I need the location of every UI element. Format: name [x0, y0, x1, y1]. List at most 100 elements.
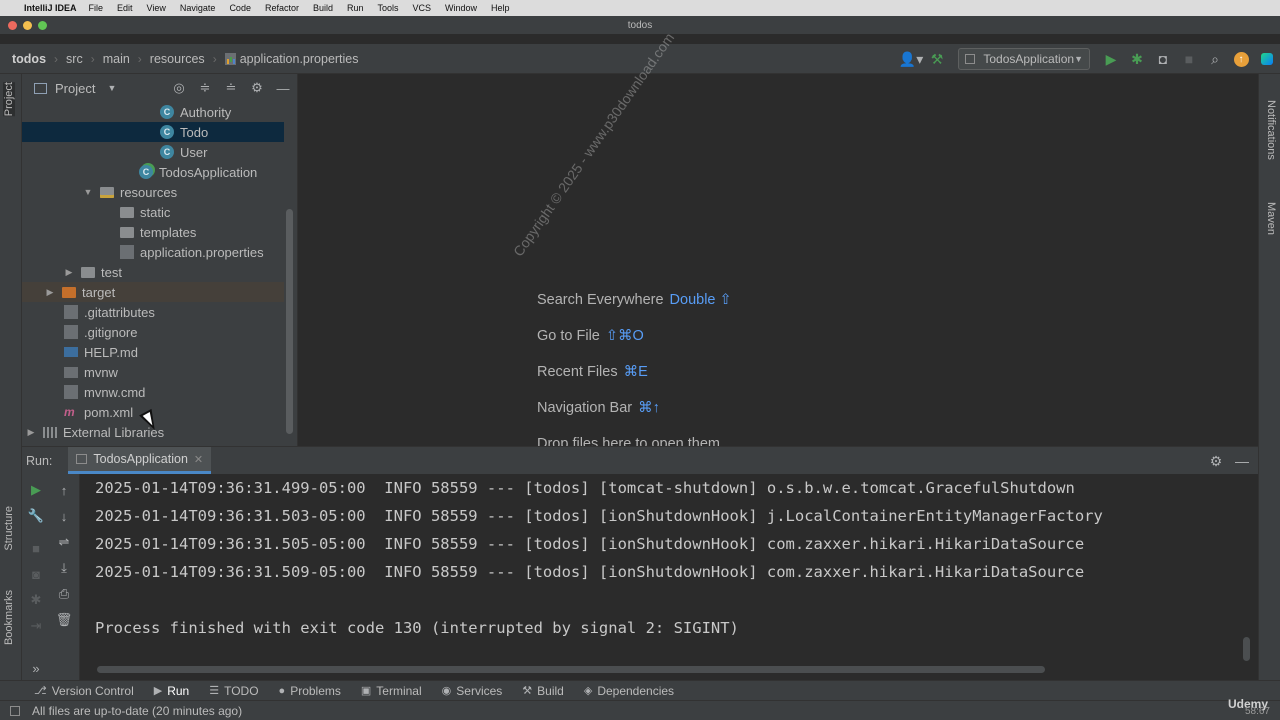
menu-run[interactable]: Run — [347, 3, 364, 13]
breadcrumb-src[interactable]: src — [66, 52, 83, 66]
hide-icon[interactable]: — — [1232, 451, 1252, 471]
debug-icon[interactable]: ✱ — [26, 590, 46, 610]
stop-icon[interactable]: ■ — [26, 538, 46, 558]
tree-item-help-md[interactable]: HELP.md — [22, 342, 284, 362]
maven-tool-tab[interactable]: Maven — [1265, 202, 1277, 235]
bookmarks-tool-tab[interactable]: Bookmarks — [3, 590, 15, 645]
app-menu[interactable]: IntelliJ IDEA — [24, 3, 77, 13]
debug-icon[interactable]: ✱ — [1124, 46, 1150, 72]
tree-item-resources[interactable]: ▼ resources — [22, 182, 284, 202]
breadcrumb: todos › src › main › resources › applica… — [0, 52, 359, 66]
locate-icon[interactable]: ◎ — [169, 78, 189, 98]
breadcrumb-main[interactable]: main — [103, 52, 130, 66]
hint-label: Search Everywhere — [537, 292, 664, 308]
tool-window-todo[interactable]: ☰ TODO — [209, 684, 258, 698]
project-scrollbar[interactable] — [286, 209, 293, 434]
camera-icon[interactable]: ◙ — [26, 564, 46, 584]
hide-icon[interactable]: — — [273, 78, 293, 98]
hint-shortcut: ⌘E — [623, 364, 648, 380]
menu-edit[interactable]: Edit — [117, 3, 133, 13]
breadcrumb-resources[interactable]: resources — [150, 52, 205, 66]
project-tool-tab[interactable]: Project — [3, 82, 15, 117]
jetbrains-logo-icon[interactable] — [1254, 46, 1280, 72]
tree-item-todosapplication[interactable]: C TodosApplication — [22, 162, 284, 182]
close-icon[interactable]: ✕ — [194, 453, 203, 466]
notifications-tool-tab[interactable]: Notifications — [1265, 100, 1277, 160]
gear-icon[interactable]: ⚙ — [1206, 451, 1226, 471]
soft-wrap-icon[interactable]: ⇌ — [54, 532, 74, 552]
search-icon[interactable]: ⌕ — [1202, 46, 1228, 72]
user-account-icon[interactable]: 👤▾ — [898, 46, 924, 72]
scroll-to-end-icon[interactable]: ⤓ — [54, 558, 74, 578]
tree-item-target[interactable]: ▶ target — [22, 282, 284, 302]
menu-navigate[interactable]: Navigate — [180, 3, 216, 13]
rerun-icon[interactable]: ▶ — [26, 480, 46, 500]
tool-window-terminal[interactable]: ▣ Terminal — [361, 684, 422, 698]
chevron-right-icon[interactable]: ▶ — [25, 427, 37, 438]
more-icon[interactable]: » — [26, 658, 46, 678]
tree-item-mvnw-cmd[interactable]: mvnw.cmd — [22, 382, 284, 402]
chevron-down-icon[interactable]: ▼ — [107, 83, 116, 93]
run-icon[interactable]: ▶ — [1098, 46, 1124, 72]
console-vertical-scrollbar[interactable] — [1243, 637, 1250, 661]
close-window-button[interactable] — [8, 21, 17, 30]
structure-tool-tab[interactable]: Structure — [3, 506, 15, 551]
menu-code[interactable]: Code — [229, 3, 251, 13]
zoom-window-button[interactable] — [38, 21, 47, 30]
build-hammer-icon[interactable]: ⚒ — [924, 46, 950, 72]
chevron-down-icon[interactable]: ▼ — [82, 187, 94, 197]
menu-window[interactable]: Window — [445, 3, 477, 13]
arrow-up-icon[interactable]: ↑ — [54, 480, 74, 500]
tree-item-authority[interactable]: C Authority — [22, 102, 284, 122]
chevron-right-icon: › — [90, 51, 95, 66]
tool-window-problems[interactable]: ● Problems — [279, 684, 341, 698]
update-icon[interactable]: ↑ — [1228, 46, 1254, 72]
project-panel-title[interactable]: Project — [55, 81, 95, 96]
editor-empty-area[interactable]: Search Everywhere Double ⇧ Go to File ⇧⌘… — [298, 74, 1258, 452]
console-output[interactable]: 2025-01-14T09:36:31.499-05:00 INFO 58559… — [95, 474, 1250, 654]
arrow-down-icon[interactable]: ↓ — [54, 506, 74, 526]
stop-icon[interactable]: ■ — [1176, 46, 1202, 72]
tree-item-application-properties[interactable]: application.properties — [22, 242, 284, 262]
tree-item-mvnw[interactable]: mvnw — [22, 362, 284, 382]
chevron-right-icon[interactable]: ▶ — [44, 287, 56, 298]
breadcrumb-file[interactable]: application.properties — [224, 52, 359, 66]
menu-build[interactable]: Build — [313, 3, 333, 13]
tree-item-user[interactable]: C User — [22, 142, 284, 162]
caret-position[interactable]: 58:67 — [1245, 706, 1270, 717]
collapse-all-icon[interactable]: ≐ — [221, 78, 241, 98]
menu-vcs[interactable]: VCS — [413, 3, 432, 13]
run-config-icon — [76, 454, 88, 464]
wrench-icon[interactable]: 🔧 — [26, 506, 46, 526]
expand-all-icon[interactable]: ≑ — [195, 78, 215, 98]
tool-window-version-control[interactable]: ⎇ Version Control — [34, 684, 134, 698]
project-icon — [34, 82, 47, 94]
tree-item-gitignore[interactable]: .gitignore — [22, 322, 284, 342]
tool-window-services[interactable]: ◉ Services — [442, 684, 503, 698]
print-icon[interactable]: ⎙ — [54, 584, 74, 604]
chevron-right-icon[interactable]: ▶ — [63, 267, 75, 278]
menu-view[interactable]: View — [147, 3, 166, 13]
tree-item-test[interactable]: ▶ test — [22, 262, 284, 282]
tool-window-build[interactable]: ⚒ Build — [522, 684, 564, 698]
trash-icon[interactable]: 🗑 — [54, 610, 74, 630]
breadcrumb-project[interactable]: todos — [12, 52, 46, 66]
gear-icon[interactable]: ⚙ — [247, 78, 267, 98]
menu-file[interactable]: File — [89, 3, 104, 13]
tree-item-gitattributes[interactable]: .gitattributes — [22, 302, 284, 322]
console-horizontal-scrollbar[interactable] — [97, 666, 1045, 673]
menu-refactor[interactable]: Refactor — [265, 3, 299, 13]
tree-item-todo[interactable]: C Todo — [22, 122, 284, 142]
minimize-window-button[interactable] — [23, 21, 32, 30]
status-toggle-icon[interactable] — [10, 706, 20, 716]
tree-item-templates[interactable]: templates — [22, 222, 284, 242]
coverage-icon[interactable]: ◘ — [1150, 46, 1176, 72]
exit-icon[interactable]: ⇥ — [26, 616, 46, 636]
menu-tools[interactable]: Tools — [378, 3, 399, 13]
run-tab-todosapplication[interactable]: TodosApplication ✕ — [68, 447, 212, 474]
menu-help[interactable]: Help — [491, 3, 510, 13]
tool-window-run[interactable]: ▶ Run — [154, 684, 189, 698]
tool-window-dependencies[interactable]: ◈ Dependencies — [584, 684, 674, 698]
tree-item-static[interactable]: static — [22, 202, 284, 222]
run-configuration-select[interactable]: TodosApplication ▼ — [958, 48, 1090, 70]
